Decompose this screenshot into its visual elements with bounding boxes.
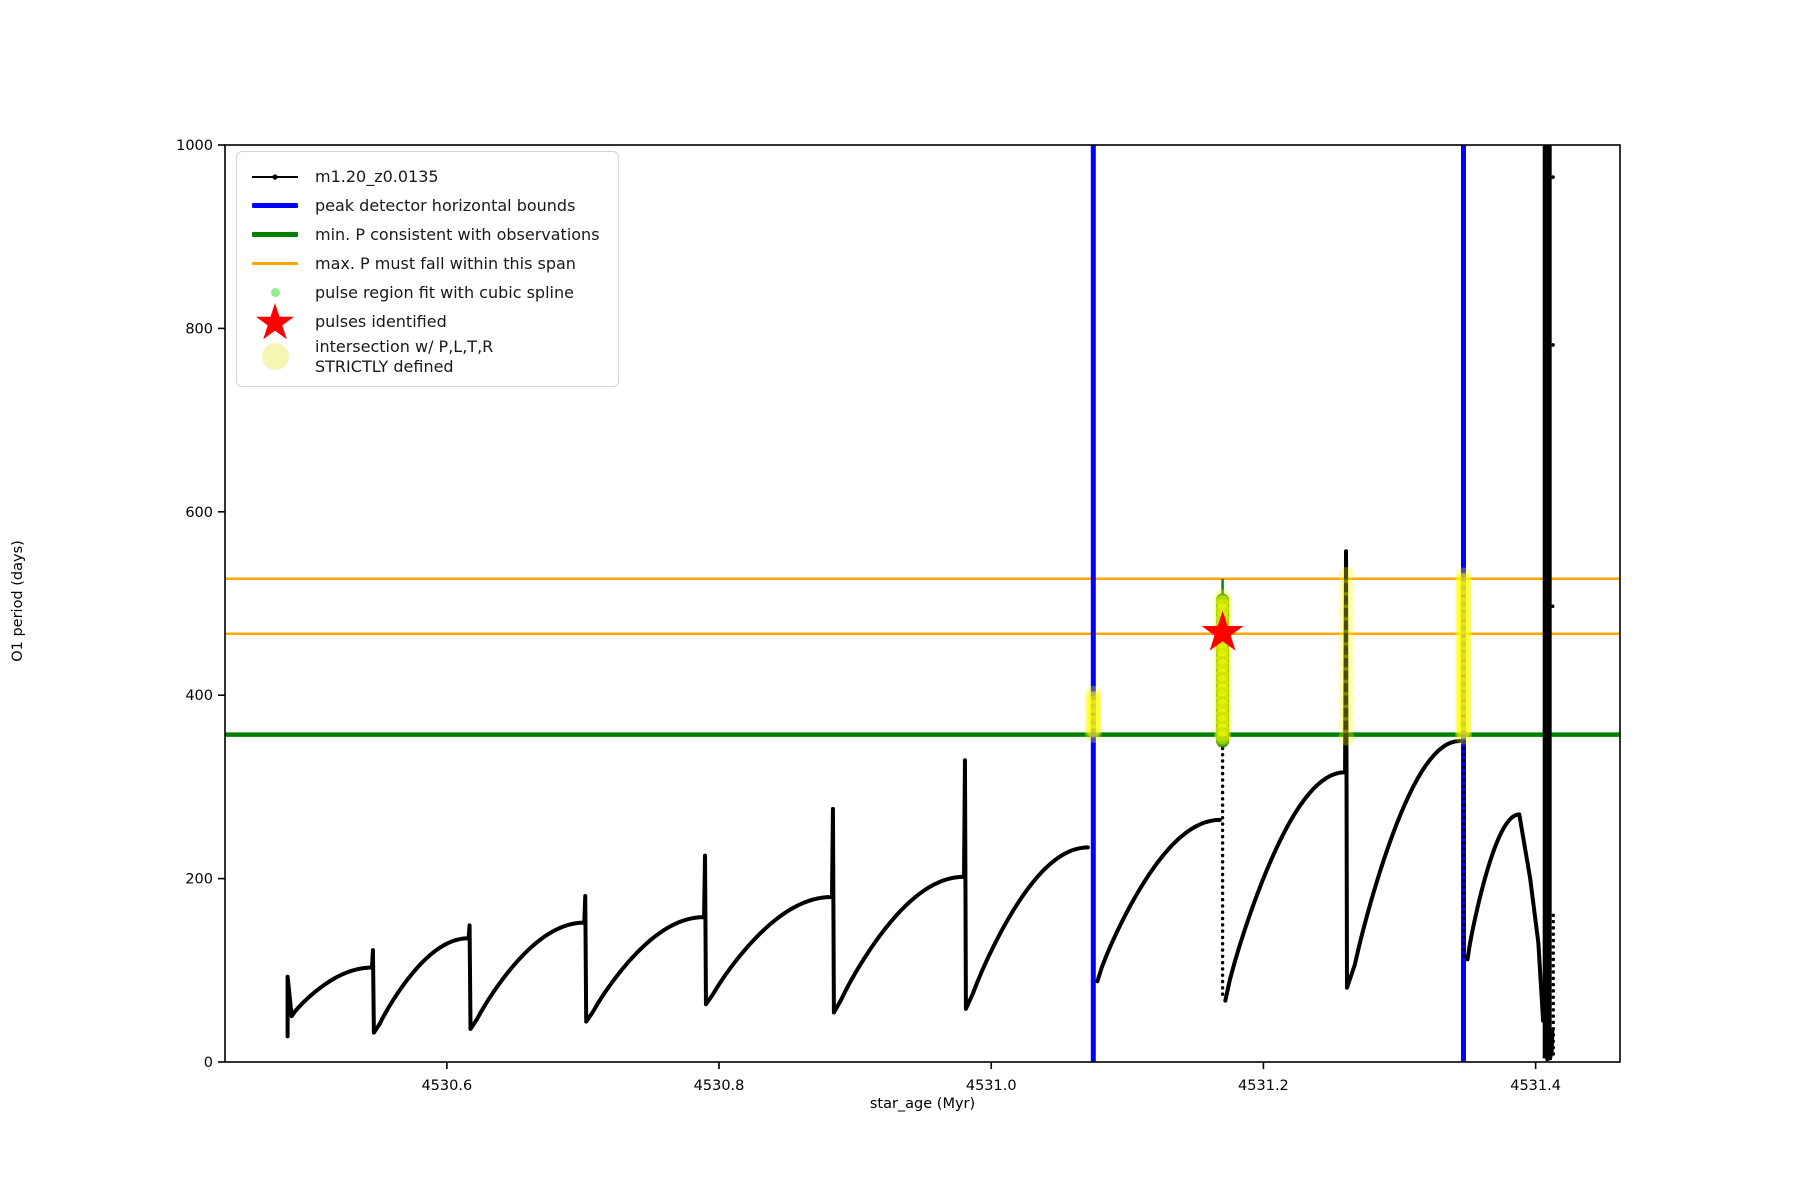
legend-line-marker-swatch — [249, 171, 301, 183]
legend-item: intersection w/ P,L,T,R STRICTLY defined — [249, 337, 600, 376]
legend-dot-swatch — [249, 288, 301, 297]
y-tick-label: 200 — [185, 872, 213, 888]
legend-item-label: pulse region fit with cubic spline — [315, 282, 574, 302]
legend-item: max. P must fall within this span — [249, 249, 600, 278]
legend-item: pulse region fit with cubic spline — [249, 278, 600, 307]
x-tick-label: 4531.2 — [1238, 1078, 1289, 1094]
period-series-path — [285, 549, 1546, 1039]
legend-star-swatch — [249, 303, 301, 340]
y-tick-label: 600 — [185, 505, 213, 521]
line-swatch-icon — [252, 262, 298, 265]
stray-marker-dot — [1551, 343, 1555, 347]
legend-item-label: peak detector horizontal bounds — [315, 195, 576, 215]
stray-marker-dot — [1551, 175, 1555, 179]
stray-marker-dot — [1550, 604, 1555, 609]
legend-item-label: min. P consistent with observations — [315, 224, 600, 244]
y-tick-label: 800 — [185, 321, 213, 337]
legend: m1.20_z0.0135peak detector horizontal bo… — [236, 151, 619, 388]
x-tick-label: 4531.0 — [966, 1078, 1017, 1094]
x-tick-label: 4531.4 — [1510, 1078, 1561, 1094]
legend-item: min. P consistent with observations — [249, 220, 600, 249]
legend-dot-swatch — [249, 343, 301, 371]
x-tick-label: 4530.8 — [694, 1078, 745, 1094]
x-tick-label: 4530.6 — [421, 1078, 472, 1094]
legend-item: pulses identified — [249, 303, 600, 340]
legend-line-swatch — [249, 262, 301, 265]
star-swatch-icon — [256, 303, 294, 340]
intersection-column — [1338, 567, 1355, 746]
legend-item-label: max. P must fall within this span — [315, 253, 576, 273]
line-marker-icon — [252, 173, 298, 180]
dot-swatch-icon — [261, 343, 289, 371]
y-axis-label: O1 period (days) — [10, 540, 26, 662]
intersection-point — [1338, 729, 1355, 746]
x-axis-label: star_age (Myr) — [869, 1096, 976, 1112]
figure: 4530.6 4530.8 4531.0 4531.2 4531.4 0 200 400 600… — [0, 0, 1800, 1200]
intersection-point — [1086, 723, 1100, 737]
legend-item-label: m1.20_z0.0135 — [315, 166, 439, 186]
y-tick-label: 1000 — [176, 138, 213, 154]
y-tick-label: 400 — [185, 688, 213, 704]
intersection-point — [1216, 731, 1230, 745]
intersection-column — [1454, 567, 1472, 745]
legend-item: m1.20_z0.0135 — [249, 162, 600, 191]
intersection-column — [1084, 685, 1102, 743]
legend-line-swatch — [249, 232, 301, 237]
legend-item-label: pulses identified — [315, 312, 447, 332]
line-swatch-icon — [252, 232, 298, 237]
y-tick-label: 0 — [204, 1055, 213, 1071]
dot-swatch-icon — [270, 288, 280, 297]
legend-item-label: intersection w/ P,L,T,R STRICTLY defined — [315, 337, 494, 376]
legend-line-swatch — [249, 203, 301, 208]
line-swatch-icon — [252, 203, 298, 208]
legend-item: peak detector horizontal bounds — [249, 191, 600, 220]
intersection-point — [1456, 725, 1470, 739]
